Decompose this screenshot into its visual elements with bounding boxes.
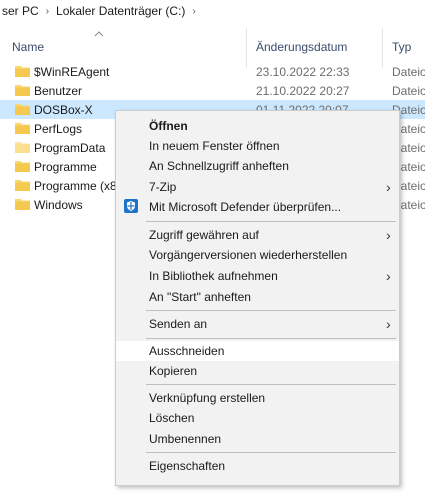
- folder-icon: [15, 199, 30, 210]
- folder-icon: [15, 104, 30, 115]
- file-type: Dateior: [392, 84, 425, 98]
- file-name: Windows: [34, 198, 83, 212]
- menu-separator: [146, 452, 396, 453]
- menu-item-label: An Schnellzugriff anheften: [149, 159, 289, 173]
- menu-item-label: Zugriff gewähren auf: [149, 228, 259, 242]
- menu-separator: [146, 384, 396, 385]
- menu-item-label: Vorgängerversionen wiederherstellen: [149, 248, 348, 262]
- breadcrumb-chevron-icon[interactable]: ›: [41, 6, 54, 17]
- menu-item-label: An "Start" anheften: [149, 290, 251, 304]
- submenu-chevron-icon: ›: [386, 179, 391, 195]
- column-header-type[interactable]: Typ: [392, 40, 411, 54]
- file-name: PerfLogs: [34, 122, 83, 136]
- menu-item-cut[interactable]: Ausschneiden: [116, 341, 399, 361]
- menu-item-label: Eigenschaften: [149, 459, 226, 473]
- file-row[interactable]: Benutzer 21.10.2022 20:27 Dateior: [0, 81, 425, 100]
- menu-item-label: In Bibliothek aufnehmen: [149, 269, 278, 283]
- context-menu: Öffnen In neuem Fenster öffnen An Schnel…: [115, 110, 400, 486]
- file-name: Programme: [34, 160, 97, 174]
- folder-icon: [15, 161, 30, 172]
- submenu-chevron-icon: ›: [386, 227, 391, 243]
- folder-icon: [15, 66, 30, 77]
- breadcrumb-item-drive-c[interactable]: Lokaler Datenträger (C:): [54, 4, 187, 18]
- menu-item-label: Senden an: [149, 317, 208, 331]
- file-type: Dateior: [392, 65, 425, 79]
- column-header-date[interactable]: Änderungsdatum: [256, 40, 347, 54]
- folder-icon: [15, 85, 30, 96]
- file-name: ProgramData: [34, 141, 106, 155]
- defender-shield-icon: [124, 199, 138, 213]
- menu-separator: [146, 221, 396, 222]
- submenu-chevron-icon: ›: [386, 268, 391, 284]
- file-name: $WinREAgent: [34, 65, 110, 79]
- menu-item-open-new-window[interactable]: In neuem Fenster öffnen: [116, 136, 399, 156]
- menu-item-label: Verknüpfung erstellen: [149, 391, 266, 405]
- file-row[interactable]: $WinREAgent 23.10.2022 22:33 Dateior: [0, 62, 425, 81]
- menu-item-label: Umbenennen: [149, 432, 222, 446]
- sort-ascending-icon: [94, 31, 104, 37]
- menu-item-label: Öffnen: [149, 119, 188, 133]
- menu-item-rename[interactable]: Umbenennen: [116, 429, 399, 449]
- file-name: Programme (x86): [34, 179, 128, 193]
- menu-separator: [146, 338, 396, 339]
- submenu-chevron-icon: ›: [386, 316, 391, 332]
- menu-item-pin-quick-access[interactable]: An Schnellzugriff anheften: [116, 156, 399, 176]
- menu-item-pin-start[interactable]: An "Start" anheften: [116, 287, 399, 307]
- file-date: 21.10.2022 20:27: [256, 84, 350, 98]
- menu-item-label: In neuem Fenster öffnen: [149, 139, 280, 153]
- menu-item-create-shortcut[interactable]: Verknüpfung erstellen: [116, 388, 399, 408]
- file-date: 23.10.2022 22:33: [256, 65, 350, 79]
- folder-icon: [15, 180, 30, 191]
- menu-item-label: Mit Microsoft Defender überprüfen...: [149, 200, 342, 214]
- breadcrumb-chevron-icon[interactable]: ›: [187, 6, 200, 17]
- folder-icon: [15, 142, 30, 153]
- file-name: DOSBox-X: [34, 103, 93, 117]
- menu-item-7zip[interactable]: 7-Zip ›: [116, 177, 399, 197]
- menu-item-label: 7-Zip: [149, 180, 177, 194]
- column-header-name[interactable]: Name: [12, 40, 44, 54]
- menu-item-delete[interactable]: Löschen: [116, 408, 399, 428]
- menu-item-copy[interactable]: Kopieren: [116, 361, 399, 381]
- menu-item-give-access[interactable]: Zugriff gewähren auf ›: [116, 225, 399, 245]
- menu-item-label: Kopieren: [149, 364, 198, 378]
- menu-item-open[interactable]: Öffnen: [116, 116, 399, 136]
- menu-item-send-to[interactable]: Senden an ›: [116, 314, 399, 334]
- menu-item-label: Löschen: [149, 411, 195, 425]
- menu-item-restore-versions[interactable]: Vorgängerversionen wiederherstellen: [116, 245, 399, 265]
- file-name: Benutzer: [34, 84, 83, 98]
- menu-item-defender-scan[interactable]: Mit Microsoft Defender überprüfen...: [116, 197, 399, 217]
- breadcrumb-item-this-pc[interactable]: ser PC: [0, 4, 41, 18]
- menu-item-properties[interactable]: Eigenschaften: [116, 456, 399, 476]
- menu-item-add-to-library[interactable]: In Bibliothek aufnehmen ›: [116, 266, 399, 286]
- breadcrumb: ser PC › Lokaler Datenträger (C:) ›: [0, 0, 425, 22]
- menu-separator: [146, 310, 396, 311]
- menu-item-label: Ausschneiden: [149, 344, 225, 358]
- folder-icon: [15, 123, 30, 134]
